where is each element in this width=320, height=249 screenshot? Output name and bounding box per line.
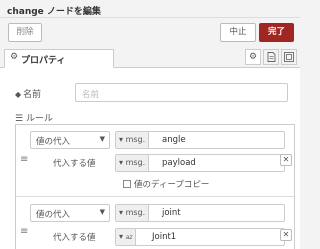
rule-target-input[interactable]: ▾ msg. joint xyxy=(115,204,285,222)
checkbox-box[interactable] xyxy=(123,180,131,188)
rule-value-input[interactable]: ▾ msg. payload xyxy=(115,154,285,172)
remove-rule-button[interactable]: ✕ xyxy=(280,154,292,166)
cancel-button[interactable]: 中止 xyxy=(220,23,256,42)
drag-handle-icon[interactable]: ≡ xyxy=(20,155,28,165)
properties-panel: ◆ 名前 名前 ☰ ルール ≡ 値の代入 ▼ ▾ msg. angle 代入する値… xyxy=(0,68,300,249)
deep-copy-checkbox[interactable]: 値のディープコピー xyxy=(123,178,209,190)
caret-down-icon: ▾ xyxy=(119,208,124,217)
tab-settings[interactable]: ⚙ xyxy=(245,49,261,65)
deep-copy-label: 値のディープコピー xyxy=(134,180,210,190)
to-label: 代入する値 xyxy=(53,159,96,169)
string-type-icon: az xyxy=(125,234,133,241)
drag-handle-icon[interactable]: ≡ xyxy=(20,227,28,237)
remove-rule-button[interactable]: ✕ xyxy=(280,229,292,241)
rule-action-select[interactable]: 値の代入 ▼ xyxy=(30,131,110,149)
caret-down-icon: ▾ xyxy=(119,135,124,144)
chevron-down-icon: ▼ xyxy=(99,208,105,216)
name-input[interactable]: 名前 xyxy=(75,83,288,102)
name-placeholder: 名前 xyxy=(82,90,100,100)
rule-item: ≡ 値の代入 ▼ ▾ msg. joint 代入する値 ▾ az Joint1 … xyxy=(16,197,294,249)
gear-icon: ⚙ xyxy=(10,52,19,62)
rules-list: ≡ 値の代入 ▼ ▾ msg. angle 代入する値 ▾ msg. paylo… xyxy=(15,124,295,249)
tab-properties[interactable]: ⚙ プロパティ xyxy=(4,49,114,68)
gear-icon: ⚙ xyxy=(248,52,258,62)
target-type-select[interactable]: ▾ msg. xyxy=(116,132,150,148)
name-label: 名前 xyxy=(23,90,42,100)
rule-action-select[interactable]: 値の代入 ▼ xyxy=(30,204,110,222)
to-label: 代入する値 xyxy=(53,233,96,243)
target-type-label: msg. xyxy=(125,208,146,217)
delete-button[interactable]: 削除 xyxy=(8,23,42,42)
target-value: joint xyxy=(162,208,181,218)
rules-label: ルール xyxy=(25,114,53,124)
caret-down-icon: ▾ xyxy=(119,232,124,241)
close-icon: ✕ xyxy=(282,230,290,239)
tab-bar: ⚙ プロパティ ⚙ xyxy=(0,46,300,68)
rule-action-value: 値の代入 xyxy=(36,210,71,220)
tray-header: change ノードを編集 xyxy=(0,0,300,18)
value-type-select[interactable]: ▾ az xyxy=(116,229,137,245)
tray-toolbar: 削除 中止 完了 xyxy=(0,18,300,46)
layout-icon xyxy=(284,52,294,62)
close-icon: ✕ xyxy=(282,155,290,164)
file-icon xyxy=(267,52,275,62)
caret-down-icon: ▾ xyxy=(119,158,124,167)
name-label-wrap: ◆ 名前 xyxy=(15,87,41,100)
rule-target-input[interactable]: ▾ msg. angle xyxy=(115,131,285,149)
target-type-select[interactable]: ▾ msg. xyxy=(116,205,150,221)
done-button[interactable]: 完了 xyxy=(259,23,294,42)
tab-appearance[interactable] xyxy=(281,49,297,65)
rules-label-wrap: ☰ ルール xyxy=(15,111,53,124)
target-value: angle xyxy=(162,135,186,145)
tag-icon: ◆ xyxy=(15,90,22,99)
rule-action-value: 値の代入 xyxy=(36,137,71,147)
tray-title: change ノードを編集 xyxy=(7,7,101,17)
rule-item: ≡ 値の代入 ▼ ▾ msg. angle 代入する値 ▾ msg. paylo… xyxy=(16,125,294,197)
chevron-down-icon: ▼ xyxy=(99,135,105,143)
value-text: Joint1 xyxy=(152,232,177,242)
rule-value-input[interactable]: ▾ az Joint1 xyxy=(115,228,285,246)
list-icon: ☰ xyxy=(15,114,24,124)
value-text: payload xyxy=(162,158,196,168)
target-type-label: msg. xyxy=(125,135,146,144)
tab-properties-label: プロパティ xyxy=(21,56,66,66)
value-type-label: msg. xyxy=(125,158,146,167)
tab-description[interactable] xyxy=(263,49,279,65)
value-type-select[interactable]: ▾ msg. xyxy=(116,155,150,171)
